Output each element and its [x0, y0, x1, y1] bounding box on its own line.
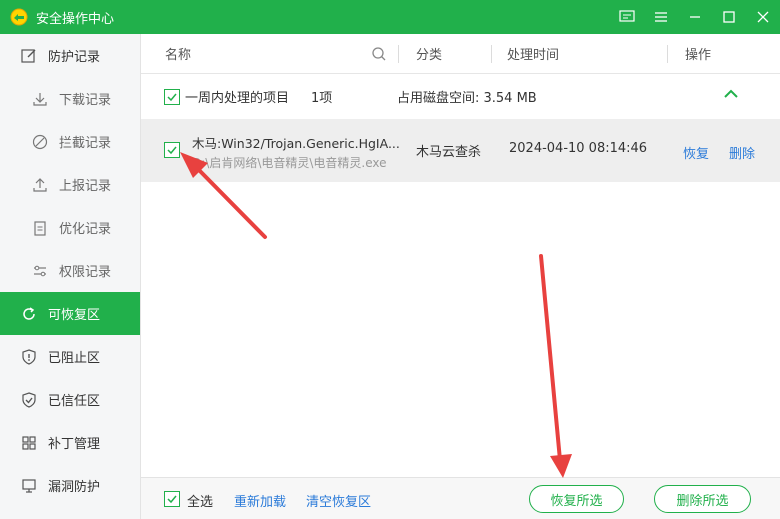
restore-icon: [20, 305, 38, 323]
block-icon: [31, 133, 49, 151]
group-row: 一周内处理的项目 1项 占用磁盘空间: 3.54 MB: [141, 74, 780, 119]
chevron-up-icon[interactable]: [723, 88, 739, 104]
item-checkbox[interactable]: [164, 142, 180, 158]
main-panel: 名称 分类 处理时间 操作 一周内处理的项目 1项 占用磁盘空间: 3.54 M…: [141, 34, 780, 519]
sidebar-item-label: 拦截记录: [59, 136, 112, 151]
restore-link[interactable]: 恢复: [683, 143, 709, 162]
column-divider: [667, 45, 668, 63]
table-row[interactable]: 木马:Win32/Trojan.Generic.HgIA... D:\启肯网络\…: [141, 119, 780, 182]
sidebar-item-label: 可恢复区: [48, 308, 101, 323]
app-logo-icon: [8, 6, 30, 28]
column-name[interactable]: 名称: [165, 44, 191, 63]
select-all-label[interactable]: 全选: [187, 491, 213, 510]
sidebar-item-label: 已阻止区: [48, 351, 101, 366]
reload-link[interactable]: 重新加载: [234, 491, 286, 510]
footer-bar: 全选 重新加载 清空恢复区 恢复所选 删除所选: [141, 477, 780, 519]
sidebar-item-label: 下载记录: [59, 93, 112, 108]
item-category: 木马云查杀: [416, 145, 482, 160]
close-icon[interactable]: [746, 0, 780, 34]
item-threat-name: 木马:Win32/Trojan.Generic.HgIA...: [192, 136, 400, 151]
upload-icon: [31, 176, 49, 194]
delete-link[interactable]: 删除: [729, 143, 755, 162]
title-bar: 安全操作中心: [0, 0, 780, 34]
item-time: 2024-04-10 08:14:46: [509, 141, 648, 156]
grid-icon: [20, 434, 38, 452]
monitor-icon: [20, 477, 38, 495]
search-icon[interactable]: [371, 46, 387, 66]
sidebar-item-report-records[interactable]: 上报记录: [0, 163, 140, 206]
item-file-path: D:\启肯网络\电音精灵\电音精灵.exe: [192, 156, 387, 170]
shield-check-icon: [20, 391, 38, 409]
checkmark-icon: [167, 93, 177, 102]
sidebar-item-label: 防护记录: [48, 50, 101, 65]
sidebar-item-vulnerability-protection[interactable]: 漏洞防护: [0, 464, 140, 507]
delete-selected-button[interactable]: 删除所选: [654, 485, 751, 513]
column-time[interactable]: 处理时间: [507, 44, 559, 63]
sidebar-item-protection-records[interactable]: 防护记录: [0, 34, 140, 77]
clear-recovery-link[interactable]: 清空恢复区: [306, 491, 371, 510]
sidebar: 防护记录 下载记录 拦截记录 上报记录 优化记录 权限记录 可恢复区 已阻止区 …: [0, 34, 141, 519]
sliders-icon: [31, 262, 49, 280]
sidebar-item-block-records[interactable]: 拦截记录: [0, 120, 140, 163]
select-all-checkbox[interactable]: [164, 491, 180, 507]
shield-alert-icon: [20, 348, 38, 366]
minimize-icon[interactable]: [678, 0, 712, 34]
window-title: 安全操作中心: [36, 11, 115, 27]
clipboard-icon: [31, 219, 49, 237]
restore-selected-button[interactable]: 恢复所选: [529, 485, 624, 513]
column-operation: 操作: [685, 48, 712, 63]
sidebar-item-label: 优化记录: [59, 222, 112, 237]
sidebar-item-patch-management[interactable]: 补丁管理: [0, 421, 140, 464]
group-count: 1项: [311, 91, 333, 106]
sidebar-item-permission-records[interactable]: 权限记录: [0, 249, 140, 292]
sidebar-item-label: 已信任区: [48, 394, 101, 409]
feedback-icon[interactable]: [610, 0, 644, 34]
sidebar-item-recovery-zone[interactable]: 可恢复区: [0, 292, 140, 335]
group-checkbox[interactable]: [164, 89, 180, 105]
sidebar-item-label: 权限记录: [59, 265, 112, 280]
sidebar-item-label: 漏洞防护: [48, 480, 101, 495]
column-header: 名称 分类 处理时间 操作: [141, 34, 780, 74]
sidebar-item-download-records[interactable]: 下载记录: [0, 77, 140, 120]
checkmark-icon: [167, 495, 177, 504]
group-label: 一周内处理的项目: [185, 91, 290, 106]
download-icon: [31, 90, 49, 108]
sidebar-item-label: 上报记录: [59, 179, 112, 194]
checkmark-icon: [167, 146, 177, 155]
sidebar-item-label: 补丁管理: [48, 437, 101, 452]
column-divider: [491, 45, 492, 63]
menu-icon[interactable]: [644, 0, 678, 34]
column-category[interactable]: 分类: [416, 44, 442, 63]
column-divider: [398, 45, 399, 63]
maximize-icon[interactable]: [712, 0, 746, 34]
sidebar-item-trusted-zone[interactable]: 已信任区: [0, 378, 140, 421]
group-disk-size: 占用磁盘空间: 3.54 MB: [397, 91, 537, 106]
sidebar-item-blocked-zone[interactable]: 已阻止区: [0, 335, 140, 378]
sidebar-item-optimize-records[interactable]: 优化记录: [0, 206, 140, 249]
edit-icon: [20, 47, 38, 65]
